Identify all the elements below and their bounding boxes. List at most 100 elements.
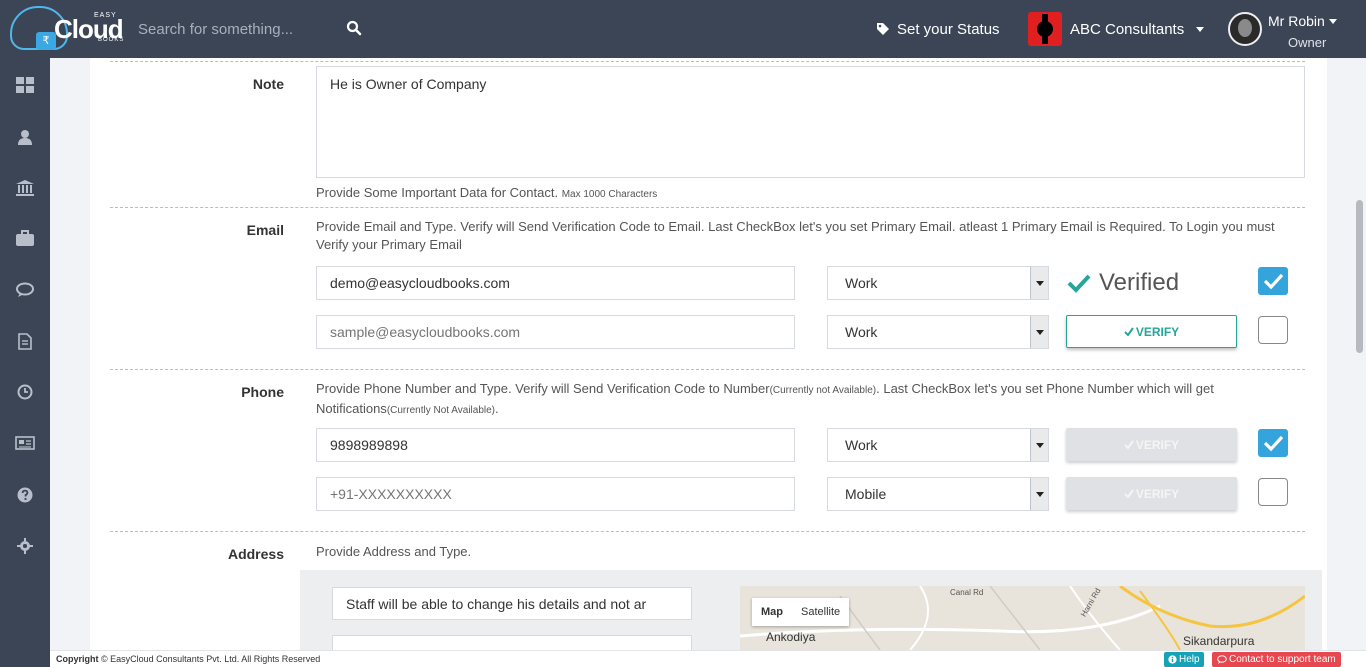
tab-map[interactable]: Map [752,598,792,626]
note-help-main: Provide Some Important Data for Contact. [316,185,559,200]
copyright-text: Copyright © EasyCloud Consultants Pvt. L… [56,654,320,664]
user-name-text: Mr Robin [1268,13,1325,29]
footer: Copyright © EasyCloud Consultants Pvt. L… [50,650,1366,667]
map-place-label: Sikandarpura [1183,634,1255,648]
sidebar-item-dashboard[interactable] [13,73,37,97]
verify-label: VERIFY [1135,437,1180,452]
verify-email-button[interactable]: VERIFY [1066,315,1237,348]
user-menu[interactable]: Mr Robin Owner [1228,10,1364,52]
page-scrollbar[interactable] [1352,58,1366,650]
section-divider [110,207,1305,208]
top-bar: ₹ EASY Cloud BOOKS Set your Status ABC C… [0,0,1366,58]
address-line-2-field[interactable] [332,635,692,650]
email-field-primary[interactable] [316,266,795,300]
chat-icon [1217,655,1227,664]
phone-help-text: Provide Phone Number and Type. Verify wi… [316,380,1296,420]
note-label: Note [252,76,284,92]
note-textarea[interactable]: He is Owner of Company [316,66,1305,178]
help-icon [17,487,33,503]
briefcase-icon [16,230,34,246]
checkmark-icon [1263,273,1284,290]
address-label: Address [227,546,284,562]
email-label: Email [246,222,284,238]
logo-books-text: BOOKS [98,37,125,43]
copyright-bold: Copyright [56,654,99,664]
phone-field-secondary[interactable] [316,477,795,511]
chevron-down-icon [1196,26,1205,32]
phone-label: Phone [241,384,284,400]
sidebar-item-timesheet[interactable] [13,380,37,404]
search-icon[interactable] [346,20,362,36]
rupee-card-icon: ₹ [36,32,56,50]
checkmark-icon [1124,327,1134,336]
chevron-down-icon [1030,429,1048,461]
verified-status: Verified [1067,269,1179,297]
dashboard-icon [16,77,34,93]
email-type-value: Work [845,324,878,340]
sidebar-item-contacts[interactable] [13,125,37,149]
company-switcher[interactable]: ABC Consultants [1028,12,1205,46]
sidebar-item-documents[interactable] [13,329,37,353]
info-icon [1168,655,1177,664]
verify-label: VERIFY [1135,486,1180,501]
clock-icon [17,384,33,400]
email-type-select[interactable]: Work [827,315,1049,349]
phone-field-primary[interactable] [316,428,795,462]
support-label: Contact to support team [1229,654,1336,665]
company-name: ABC Consultants [1070,20,1185,38]
sidebar-item-messages[interactable] [13,278,37,302]
phone-type-select[interactable]: Mobile [827,477,1049,511]
chat-icon [16,282,34,297]
phone-help-part1: Provide Phone Number and Type. Verify wi… [316,381,770,396]
checkmark-icon [1067,274,1091,293]
address-line-1-field[interactable] [332,587,692,620]
map-place-label: Ankodiya [766,630,816,644]
email-type-select[interactable]: Work [827,266,1049,300]
sidebar-item-help[interactable] [13,483,37,507]
phone-primary-checkbox[interactable] [1258,429,1288,457]
help-label: Help [1179,654,1200,665]
address-map[interactable]: Map Satellite Ankodiya Sikandarpura Cana… [740,586,1305,650]
user-icon [18,130,32,145]
user-role: Owner [1288,35,1327,50]
verify-phone-button[interactable]: VERIFY [1066,477,1237,510]
map-type-tabs: Map Satellite [752,598,850,626]
email-primary-checkbox[interactable] [1258,267,1288,295]
contact-support-button[interactable]: Contact to support team [1212,652,1341,667]
section-divider [110,61,1305,62]
sidebar-item-reports[interactable] [13,431,37,455]
phone-type-select[interactable]: Work [827,428,1049,462]
app-logo[interactable]: ₹ EASY Cloud BOOKS [8,4,128,54]
email-help-text: Provide Email and Type. Verify will Send… [316,219,1275,252]
tag-icon [877,23,889,35]
avatar [1228,12,1262,46]
section-divider [110,369,1305,370]
sidebar [0,58,50,667]
tab-satellite[interactable]: Satellite [792,598,849,626]
chevron-down-icon [1328,18,1337,24]
set-status-button[interactable]: Set your Status [876,18,1000,40]
sidebar-item-settings[interactable] [13,534,37,558]
note-help-limit: Max 1000 Characters [561,189,658,200]
user-name: Mr Robin [1268,13,1337,29]
phone-help-part3: . [495,401,499,416]
contact-form-panel: Note He is Owner of Company Provide Some… [90,58,1327,650]
sidebar-item-business[interactable] [13,226,37,250]
verify-phone-button[interactable]: VERIFY [1066,428,1237,461]
gear-icon [17,538,33,554]
section-divider [110,531,1305,532]
document-icon [18,332,32,350]
email-field-secondary[interactable] [316,315,795,349]
help-button[interactable]: Help [1164,652,1204,667]
bank-icon [16,180,34,196]
sidebar-item-banking[interactable] [13,176,37,200]
search-input[interactable] [138,18,338,40]
phone-primary-checkbox[interactable] [1258,478,1288,506]
email-primary-checkbox[interactable] [1258,316,1288,344]
chevron-down-icon [1030,316,1048,348]
phone-type-value: Mobile [845,486,887,502]
verify-label: VERIFY [1135,324,1180,339]
email-type-value: Work [845,275,878,291]
scrollbar-thumb[interactable] [1356,200,1363,353]
checkmark-icon [1124,440,1134,449]
